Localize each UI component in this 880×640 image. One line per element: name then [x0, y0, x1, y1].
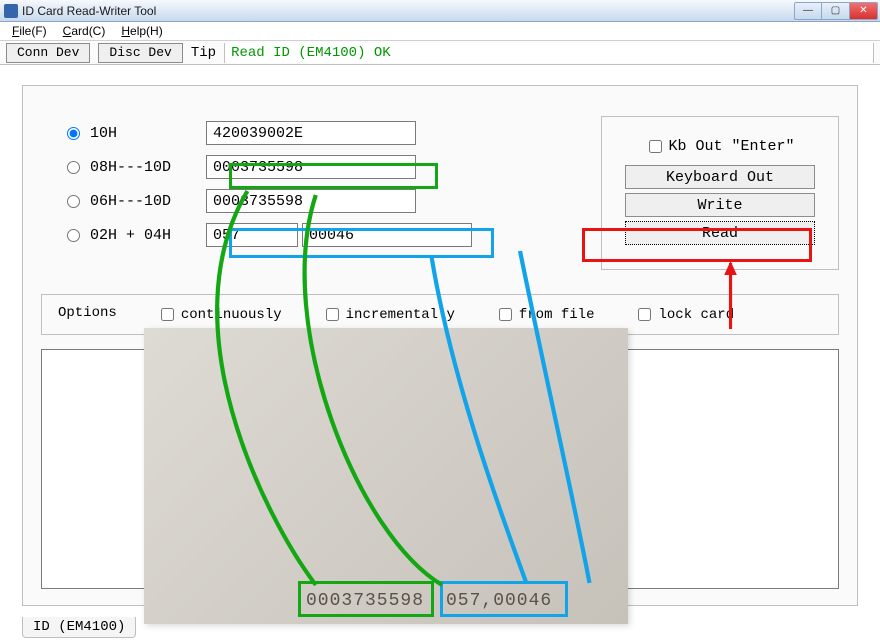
main-panel: 10H 420039002E 08H---10D 0003735598 06H-… — [22, 85, 858, 606]
write-button[interactable]: Write — [625, 193, 815, 217]
opt-lock-card[interactable]: lock card — [634, 305, 734, 324]
client-area: 10H 420039002E 08H---10D 0003735598 06H-… — [0, 65, 880, 640]
close-button[interactable]: ✕ — [850, 2, 878, 20]
value-08h10d[interactable]: 0003735598 — [206, 155, 416, 179]
value-10h[interactable]: 420039002E — [206, 121, 416, 145]
options-legend: Options — [58, 305, 117, 324]
format-selection: 10H 420039002E 08H---10D 0003735598 06H-… — [41, 116, 561, 270]
opt-incrementally-label: incrementally — [346, 307, 455, 323]
radio-row-06h10d: 06H---10D 0003735598 — [41, 184, 561, 218]
opt-from-file[interactable]: from file — [495, 305, 595, 324]
radio-02h04h[interactable] — [67, 229, 80, 242]
menu-file[interactable]: File(F) — [4, 23, 55, 39]
conn-dev-button[interactable]: Conn Dev — [6, 43, 90, 63]
tip-label: Tip — [191, 45, 216, 61]
kb-out-enter-checkbox[interactable] — [649, 140, 662, 153]
menu-card[interactable]: Card(C) — [55, 23, 114, 39]
radio-row-10h: 10H 420039002E — [41, 116, 561, 150]
tab-id-em4100[interactable]: ID (EM4100) — [22, 617, 136, 638]
value-02h04h-a[interactable]: 057 — [206, 223, 298, 247]
maximize-button[interactable]: ▢ — [822, 2, 850, 20]
window-title: ID Card Read-Writer Tool — [22, 4, 790, 18]
tip-status-text: Read ID (EM4100) OK — [224, 43, 874, 63]
radio-06h10d-label: 06H---10D — [90, 193, 206, 210]
title-bar: ID Card Read-Writer Tool — ▢ ✕ — [0, 0, 880, 22]
window-controls: — ▢ ✕ — [794, 2, 878, 20]
keyboard-out-button[interactable]: Keyboard Out — [625, 165, 815, 189]
check-incrementally[interactable] — [326, 308, 339, 321]
opt-from-file-label: from file — [519, 307, 595, 323]
toolbar: Conn Dev Disc Dev Tip Read ID (EM4100) O… — [0, 41, 880, 65]
action-panel: Kb Out "Enter" Keyboard Out Write Read — [601, 116, 839, 270]
tab-strip: ID (EM4100) — [22, 617, 138, 638]
value-02h04h-b[interactable]: 00046 — [302, 223, 472, 247]
check-from-file[interactable] — [499, 308, 512, 321]
disc-dev-button[interactable]: Disc Dev — [98, 43, 182, 63]
menu-help[interactable]: Help(H) — [113, 23, 170, 39]
opt-continuously[interactable]: continuously — [157, 305, 282, 324]
minimize-button[interactable]: — — [794, 2, 822, 20]
check-lock-card[interactable] — [638, 308, 651, 321]
radio-row-02h04h: 02H + 04H 057 00046 — [41, 218, 561, 252]
app-icon — [4, 4, 18, 18]
options-fieldset: Options continuously incrementally from … — [41, 294, 839, 335]
radio-10h-label: 10H — [90, 125, 206, 142]
radio-08h10d-label: 08H---10D — [90, 159, 206, 176]
check-continuously[interactable] — [161, 308, 174, 321]
menu-bar: File(F) Card(C) Help(H) — [0, 22, 880, 41]
radio-08h10d[interactable] — [67, 161, 80, 174]
radio-row-08h10d: 08H---10D 0003735598 — [41, 150, 561, 184]
opt-lock-card-label: lock card — [658, 307, 734, 323]
radio-02h04h-label: 02H + 04H — [90, 227, 206, 244]
output-area[interactable] — [41, 349, 839, 589]
radio-06h10d[interactable] — [67, 195, 80, 208]
radio-10h[interactable] — [67, 127, 80, 140]
kb-out-enter-label: Kb Out "Enter" — [668, 138, 794, 155]
read-button[interactable]: Read — [625, 221, 815, 245]
value-06h10d[interactable]: 0003735598 — [206, 189, 416, 213]
opt-continuously-label: continuously — [181, 307, 282, 323]
opt-incrementally[interactable]: incrementally — [322, 305, 455, 324]
